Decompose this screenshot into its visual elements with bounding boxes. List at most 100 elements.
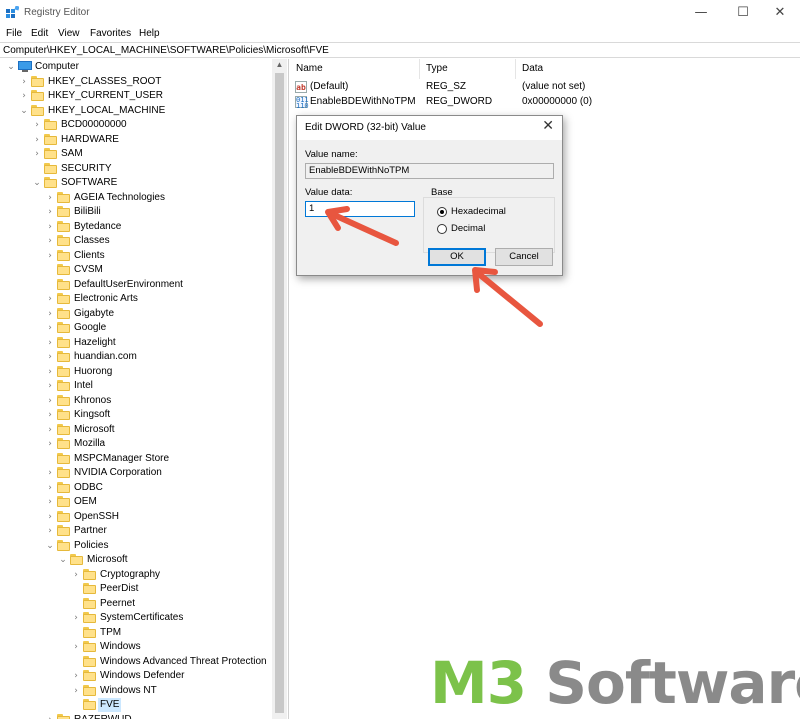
address-bar[interactable]: Computer\HKEY_LOCAL_MACHINE\SOFTWARE\Pol…: [0, 42, 800, 58]
tree-node[interactable]: ⌄ SOFTWARE: [0, 176, 272, 190]
tree-node[interactable]: › HKEY_CLASSES_ROOT: [0, 75, 272, 89]
menu-favorites[interactable]: Favorites: [90, 28, 131, 39]
chevron-right-icon[interactable]: ›: [45, 714, 55, 719]
tree-node[interactable]: PeerDist: [0, 582, 272, 596]
tree-node[interactable]: › Electronic Arts: [0, 292, 272, 306]
chevron-right-icon[interactable]: ›: [45, 308, 55, 320]
chevron-right-icon[interactable]: ›: [32, 119, 42, 131]
tree-node[interactable]: ⌄ HKEY_LOCAL_MACHINE: [0, 104, 272, 118]
tree-node[interactable]: › HARDWARE: [0, 133, 272, 147]
tree-node[interactable]: › Hazelight: [0, 336, 272, 350]
tree-node[interactable]: › Cryptography: [0, 568, 272, 582]
tree-node[interactable]: › BiliBili: [0, 205, 272, 219]
chevron-right-icon[interactable]: ›: [71, 685, 81, 697]
tree-node[interactable]: › huandian.com: [0, 350, 272, 364]
registry-key-tree[interactable]: ⌄ Computer › HKEY_CLASSES_ROOT › HKEY_CURRENT…: [0, 59, 289, 719]
tree-node[interactable]: ⌄ Policies: [0, 539, 272, 553]
chevron-down-icon[interactable]: ⌄: [58, 554, 68, 566]
tree-node[interactable]: › OEM: [0, 495, 272, 509]
chevron-down-icon[interactable]: ⌄: [19, 105, 29, 117]
chevron-right-icon[interactable]: ›: [45, 395, 55, 407]
value-row-enablebdewithnotpm[interactable]: 011 110 EnableBDEWithNoTPM REG_DWORD 0x00…: [290, 95, 800, 110]
tree-node[interactable]: TPM: [0, 626, 272, 640]
chevron-right-icon[interactable]: ›: [45, 467, 55, 479]
tree-node[interactable]: › Khronos: [0, 394, 272, 408]
value-row-default[interactable]: ab (Default) REG_SZ (value not set): [290, 80, 800, 94]
chevron-right-icon[interactable]: ›: [45, 293, 55, 305]
chevron-right-icon[interactable]: ›: [32, 148, 42, 160]
tree-node[interactable]: › Kingsoft: [0, 408, 272, 422]
chevron-right-icon[interactable]: ›: [32, 134, 42, 146]
chevron-right-icon[interactable]: ›: [45, 351, 55, 363]
chevron-right-icon[interactable]: ›: [45, 424, 55, 436]
ok-button[interactable]: OK: [428, 248, 486, 266]
tree-node[interactable]: CVSM: [0, 263, 272, 277]
tree-node[interactable]: › Mozilla: [0, 437, 272, 451]
tree-node[interactable]: › Classes: [0, 234, 272, 248]
chevron-right-icon[interactable]: ›: [71, 670, 81, 682]
menu-file[interactable]: File: [6, 28, 22, 39]
chevron-right-icon[interactable]: ›: [45, 322, 55, 334]
menu-help[interactable]: Help: [139, 28, 160, 39]
tree-node[interactable]: DefaultUserEnvironment: [0, 278, 272, 292]
tree-node[interactable]: › Windows NT: [0, 684, 272, 698]
chevron-right-icon[interactable]: ›: [45, 409, 55, 421]
chevron-right-icon[interactable]: ›: [45, 482, 55, 494]
tree-node[interactable]: › Bytedance: [0, 220, 272, 234]
tree-node[interactable]: › BCD00000000: [0, 118, 272, 132]
tree-node[interactable]: › RAZERWUD: [0, 713, 272, 719]
tree-node[interactable]: FVE: [0, 698, 272, 712]
tree-node[interactable]: › Clients: [0, 249, 272, 263]
chevron-down-icon[interactable]: ⌄: [32, 177, 42, 189]
value-data-input[interactable]: 1: [305, 201, 415, 217]
close-button[interactable]: ✕: [760, 0, 800, 26]
tree-node[interactable]: › Huorong: [0, 365, 272, 379]
chevron-down-icon[interactable]: ⌄: [6, 61, 16, 73]
chevron-right-icon[interactable]: ›: [19, 90, 29, 102]
tree-scrollbar[interactable]: ▲: [272, 59, 287, 719]
maximize-button[interactable]: ☐: [723, 0, 763, 26]
tree-node[interactable]: › Gigabyte: [0, 307, 272, 321]
tree-node[interactable]: › SAM: [0, 147, 272, 161]
tree-node[interactable]: › AGEIA Technologies: [0, 191, 272, 205]
chevron-right-icon[interactable]: ›: [45, 525, 55, 537]
tree-node[interactable]: SECURITY: [0, 162, 272, 176]
scroll-up-icon[interactable]: ▲: [272, 59, 287, 71]
column-header-data[interactable]: Data: [516, 59, 666, 79]
minimize-button[interactable]: —: [681, 0, 721, 26]
tree-node[interactable]: › ODBC: [0, 481, 272, 495]
tree-node[interactable]: › Partner: [0, 524, 272, 538]
value-name-field[interactable]: EnableBDEWithNoTPM: [305, 163, 554, 179]
tree-node[interactable]: › HKEY_CURRENT_USER: [0, 89, 272, 103]
radio-decimal[interactable]: Decimal: [437, 223, 537, 235]
chevron-right-icon[interactable]: ›: [45, 337, 55, 349]
chevron-right-icon[interactable]: ›: [45, 511, 55, 523]
chevron-right-icon[interactable]: ›: [45, 366, 55, 378]
column-header-type[interactable]: Type: [420, 59, 516, 79]
chevron-right-icon[interactable]: ›: [45, 235, 55, 247]
chevron-right-icon[interactable]: ›: [71, 612, 81, 624]
chevron-right-icon[interactable]: ›: [45, 438, 55, 450]
chevron-right-icon[interactable]: ›: [19, 76, 29, 88]
tree-node[interactable]: › SystemCertificates: [0, 611, 272, 625]
tree-node[interactable]: Peernet: [0, 597, 272, 611]
cancel-button[interactable]: Cancel: [495, 248, 553, 266]
menu-edit[interactable]: Edit: [31, 28, 48, 39]
chevron-right-icon[interactable]: ›: [71, 641, 81, 653]
tree-node[interactable]: › Windows: [0, 640, 272, 654]
chevron-right-icon[interactable]: ›: [45, 496, 55, 508]
dialog-close-icon[interactable]: ✕: [542, 118, 554, 134]
chevron-right-icon[interactable]: ›: [71, 569, 81, 581]
column-header-name[interactable]: Name: [290, 59, 420, 79]
tree-node[interactable]: › Google: [0, 321, 272, 335]
chevron-right-icon[interactable]: ›: [45, 206, 55, 218]
chevron-right-icon[interactable]: ›: [45, 380, 55, 392]
tree-node[interactable]: › OpenSSH: [0, 510, 272, 524]
radio-hexadecimal[interactable]: Hexadecimal: [437, 206, 537, 218]
menu-view[interactable]: View: [58, 28, 80, 39]
tree-node[interactable]: MSPCManager Store: [0, 452, 272, 466]
chevron-right-icon[interactable]: ›: [45, 192, 55, 204]
tree-node[interactable]: ⌄ Computer: [0, 60, 272, 74]
tree-node[interactable]: › Microsoft: [0, 423, 272, 437]
chevron-right-icon[interactable]: ›: [45, 250, 55, 262]
